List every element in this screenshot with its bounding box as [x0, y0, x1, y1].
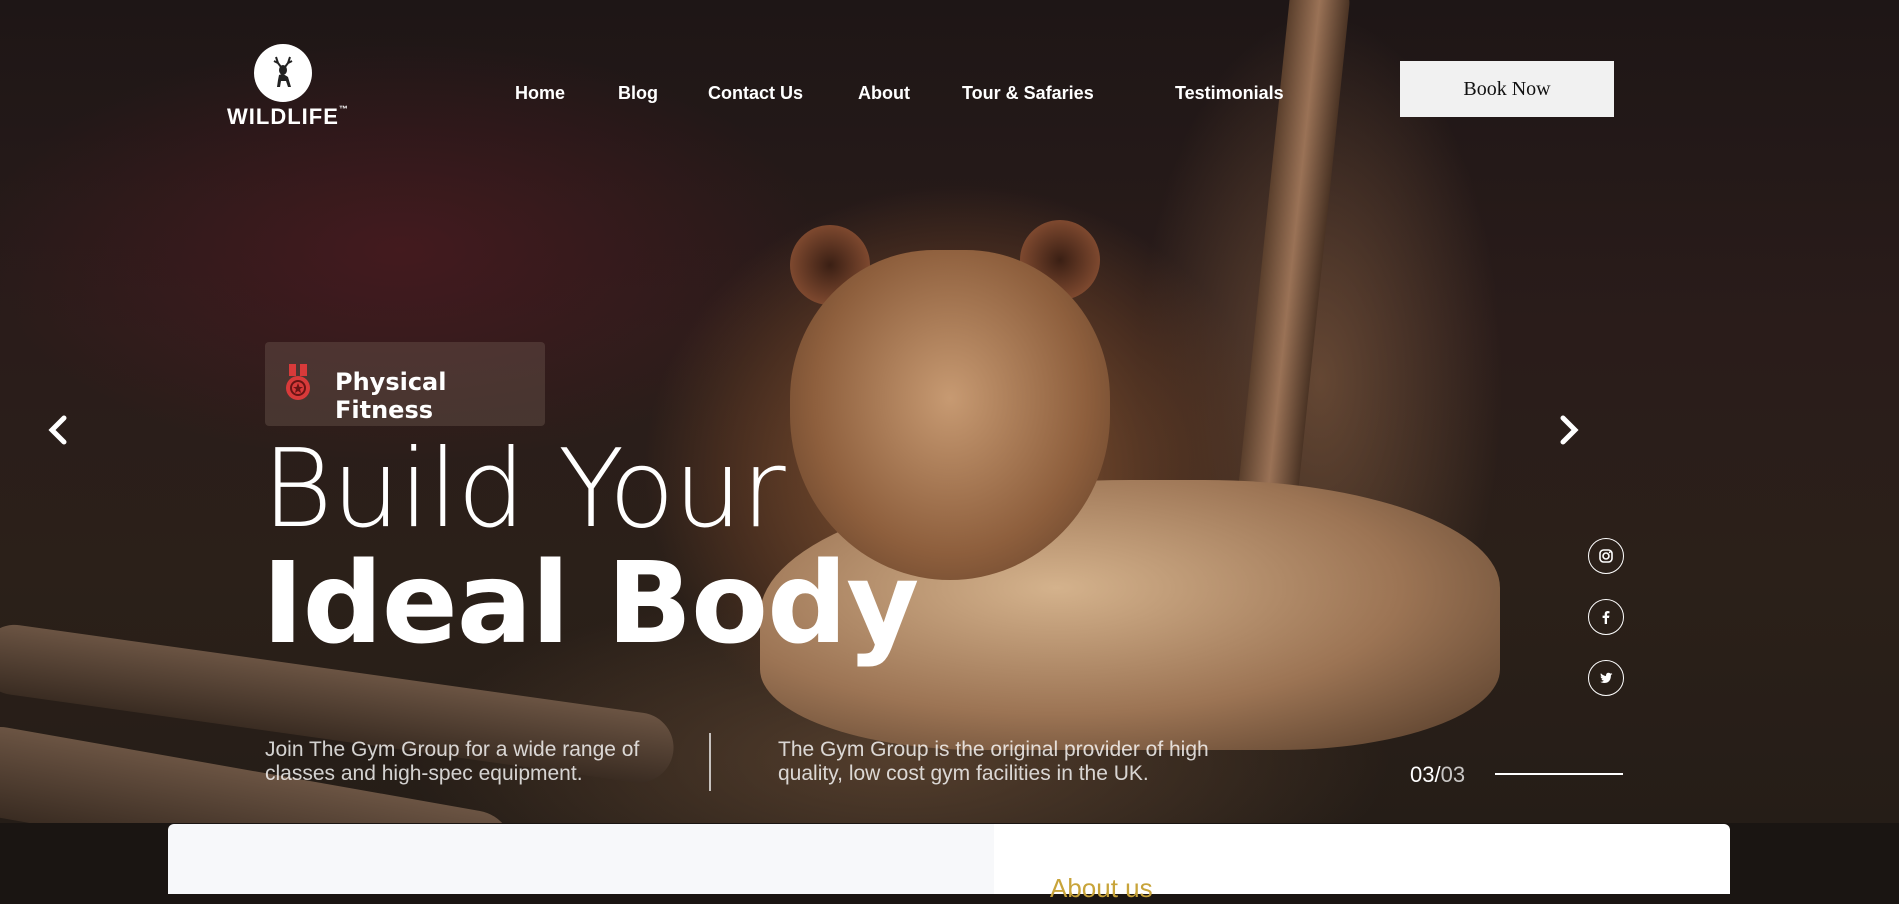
nav-contact-us[interactable]: Contact Us — [708, 83, 803, 104]
description-right: The Gym Group is the original provider o… — [778, 738, 1209, 785]
top-navigation: WILDLIFE™ Home Blog Contact Us About Tou… — [0, 0, 1899, 140]
description-divider — [709, 733, 711, 791]
slide-counter: 03/03 — [1410, 762, 1466, 787]
headline-line-1: Build Your — [262, 427, 786, 552]
instagram-icon[interactable] — [1588, 538, 1624, 574]
category-badge: Physical Fitness — [265, 342, 545, 426]
about-image-card — [168, 824, 994, 894]
deer-icon — [254, 44, 312, 102]
logo-text: WILDLIFE™ — [227, 104, 349, 129]
medal-icon — [283, 364, 313, 402]
badge-label: Physical Fitness — [335, 368, 447, 424]
next-slide-arrow-icon[interactable] — [1547, 410, 1587, 450]
nav-testimonials[interactable]: Testimonials — [1175, 83, 1284, 104]
prev-slide-arrow-icon[interactable] — [40, 410, 80, 450]
about-us-label: About us — [1050, 873, 1153, 903]
facebook-icon[interactable] — [1588, 599, 1624, 635]
slide-progress-bar — [1495, 773, 1623, 775]
nav-tour-safaries[interactable]: Tour & Safaries — [962, 83, 1094, 104]
description-left: Join The Gym Group for a wide range of c… — [265, 738, 640, 785]
nav-about[interactable]: About — [858, 83, 910, 104]
nav-blog[interactable]: Blog — [618, 83, 658, 104]
lion-head — [790, 250, 1110, 580]
logo[interactable]: WILDLIFE™ — [227, 44, 349, 134]
headline-line-2: Ideal Body — [262, 539, 919, 669]
book-now-button[interactable]: Book Now — [1400, 61, 1614, 117]
nav-home[interactable]: Home — [515, 83, 565, 104]
twitter-icon[interactable] — [1588, 660, 1624, 696]
